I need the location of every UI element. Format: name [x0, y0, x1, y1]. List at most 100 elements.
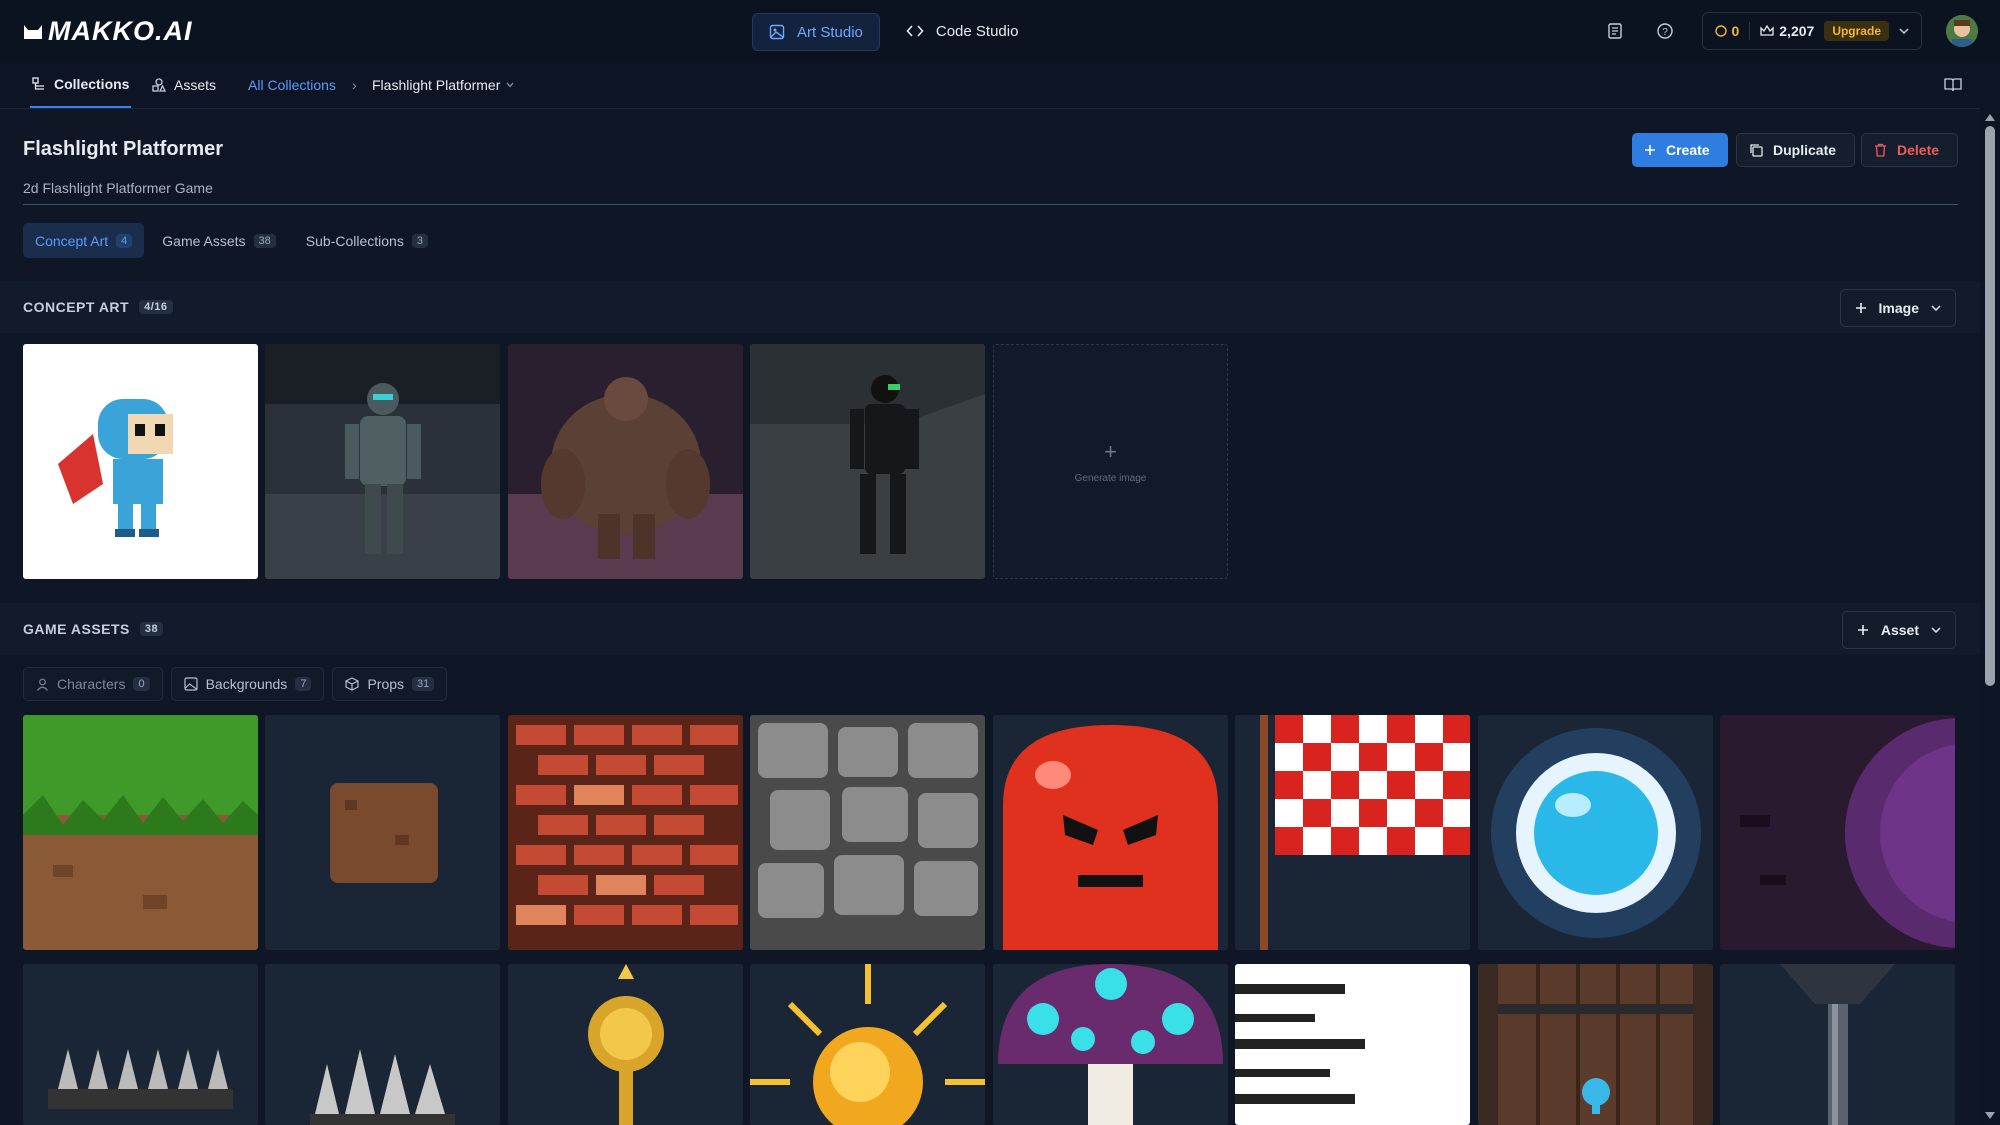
scroll-up-icon[interactable] [1985, 114, 1995, 121]
asset-spike-cluster[interactable] [265, 964, 500, 1125]
asset-wind-streaks[interactable] [1235, 964, 1470, 1125]
delete-label: Delete [1897, 142, 1940, 158]
section-title: GAME ASSETS 38 [23, 603, 164, 655]
add-asset-button[interactable]: Asset [1841, 611, 1956, 649]
add-image-label: Image [1878, 300, 1919, 316]
tab-code-studio[interactable]: Code Studio [890, 13, 1035, 49]
generate-image-tile[interactable]: + Generate image [993, 344, 1228, 579]
count-badge: 38 [253, 233, 276, 248]
image-icon [769, 24, 785, 40]
collection-tabs: Concept Art 4 Game Assets 38 Sub-Collect… [23, 223, 440, 258]
tab-game-assets[interactable]: Game Assets 38 [150, 223, 288, 258]
trash-icon [1875, 143, 1886, 157]
cat-logo-icon [24, 24, 42, 39]
concept-image-rock-monster[interactable] [508, 344, 743, 579]
tab-label: Sub-Collections [305, 232, 404, 249]
chevron-down-icon [1931, 305, 1941, 312]
section-title-text: GAME ASSETS [23, 621, 130, 637]
concept-image-hero[interactable] [23, 344, 258, 579]
top-right-controls: ? 0 2,207 Upgrade [1602, 12, 1978, 50]
tab-label: Game Assets [162, 232, 246, 249]
count-badge: 3 [411, 233, 428, 248]
tab-concept-art[interactable]: Concept Art 4 [23, 223, 145, 258]
filter-backgrounds[interactable]: Backgrounds 7 [170, 667, 325, 701]
tab-label: Concept Art [35, 232, 109, 249]
count-badge: 31 [412, 677, 435, 691]
breadcrumb-current[interactable]: Flashlight Platformer [372, 62, 514, 108]
tab-code-studio-label: Code Studio [935, 22, 1019, 40]
plus-icon [1645, 145, 1655, 155]
plus-icon: + [1104, 439, 1117, 464]
tab-assets[interactable]: Assets [152, 62, 216, 108]
generate-image-label: Generate image [1074, 473, 1147, 484]
asset-red-slime[interactable] [993, 715, 1228, 950]
asset-dark-portal[interactable] [1720, 715, 1955, 950]
create-label: Create [1666, 142, 1710, 158]
avatar[interactable] [1946, 15, 1978, 47]
studio-switcher: Art Studio Code Studio [752, 13, 1034, 51]
collection-description[interactable]: 2d Flashlight Platformer Game [23, 180, 1958, 205]
scroll-down-icon[interactable] [1985, 1112, 1995, 1119]
tab-assets-label: Assets [174, 77, 217, 93]
count-badge: 7 [295, 677, 312, 691]
asset-pillar[interactable] [1720, 964, 1955, 1125]
asset-sun[interactable] [750, 964, 985, 1125]
count-badge: 0 [133, 677, 150, 691]
asset-filter-tabs: Characters 0 Backgrounds 7 Props 31 [23, 667, 448, 701]
scroll-thumb[interactable] [1985, 126, 1995, 686]
chevron-down-icon [1931, 627, 1941, 634]
asset-golden-key[interactable] [508, 964, 743, 1125]
chevron-down-icon[interactable] [1899, 27, 1909, 35]
add-asset-label: Asset [1880, 622, 1919, 638]
asset-wooden-door[interactable] [1478, 964, 1713, 1125]
page-scrollbar[interactable] [1980, 108, 2000, 1125]
tab-collections-label: Collections [54, 76, 130, 92]
crown-icon [1760, 25, 1774, 36]
asset-dirt-block[interactable] [265, 715, 500, 950]
coin-count: 0 [1731, 23, 1740, 39]
asset-grass-block[interactable] [23, 715, 258, 950]
plus-icon [1855, 303, 1866, 313]
page-title: Flashlight Platformer [23, 138, 224, 160]
count-badge: 4/16 [139, 300, 173, 314]
image-icon [183, 677, 198, 691]
asset-checkered-flag[interactable] [1235, 715, 1470, 950]
shapes-icon [152, 78, 166, 92]
count-badge: 4 [116, 233, 133, 248]
count-badge: 38 [139, 622, 164, 636]
credits-widget[interactable]: 0 2,207 Upgrade [1702, 12, 1922, 50]
asset-stone-wall[interactable] [750, 715, 985, 950]
delete-button[interactable]: Delete [1861, 133, 1958, 167]
help-button[interactable]: ? [1652, 18, 1678, 44]
asset-energy-orb[interactable] [1478, 715, 1713, 950]
duplicate-button[interactable]: Duplicate [1736, 133, 1855, 167]
tab-sub-collections[interactable]: Sub-Collections 3 [294, 223, 440, 258]
tab-collections[interactable]: Collections [30, 62, 132, 108]
filter-label: Characters [57, 676, 126, 692]
asset-spike-trap[interactable] [23, 964, 258, 1125]
avatar-image [1946, 15, 1978, 47]
plus-icon [1857, 625, 1868, 635]
create-button[interactable]: Create [1632, 133, 1728, 167]
docs-button[interactable] [1602, 18, 1628, 44]
guide-button[interactable] [1940, 72, 1966, 98]
logo[interactable]: MAKKO.AI [22, 16, 193, 47]
credit-count: 2,207 [1779, 23, 1815, 39]
collections-icon [32, 77, 44, 90]
concept-image-soldier[interactable] [265, 344, 500, 579]
tab-art-studio-label: Art Studio [797, 23, 863, 41]
section-title: CONCEPT ART 4/16 [23, 281, 173, 333]
coin-icon [1715, 25, 1728, 37]
add-image-button[interactable]: Image [1839, 289, 1956, 327]
asset-brick-wall[interactable] [508, 715, 743, 950]
section-title-text: CONCEPT ART [23, 299, 130, 315]
filter-props[interactable]: Props 31 [332, 667, 448, 701]
top-bar: MAKKO.AI Art Studio Code Studio ? 0 2,20 [0, 0, 2000, 63]
breadcrumb-all-collections[interactable]: All Collections [248, 62, 336, 108]
concept-image-stealth-agent[interactable] [750, 344, 985, 579]
upgrade-badge[interactable]: Upgrade [1824, 21, 1889, 41]
asset-mushroom[interactable] [993, 964, 1228, 1125]
tab-art-studio[interactable]: Art Studio [752, 13, 880, 51]
svg-text:?: ? [1663, 27, 1669, 38]
filter-characters[interactable]: Characters 0 [23, 667, 163, 701]
